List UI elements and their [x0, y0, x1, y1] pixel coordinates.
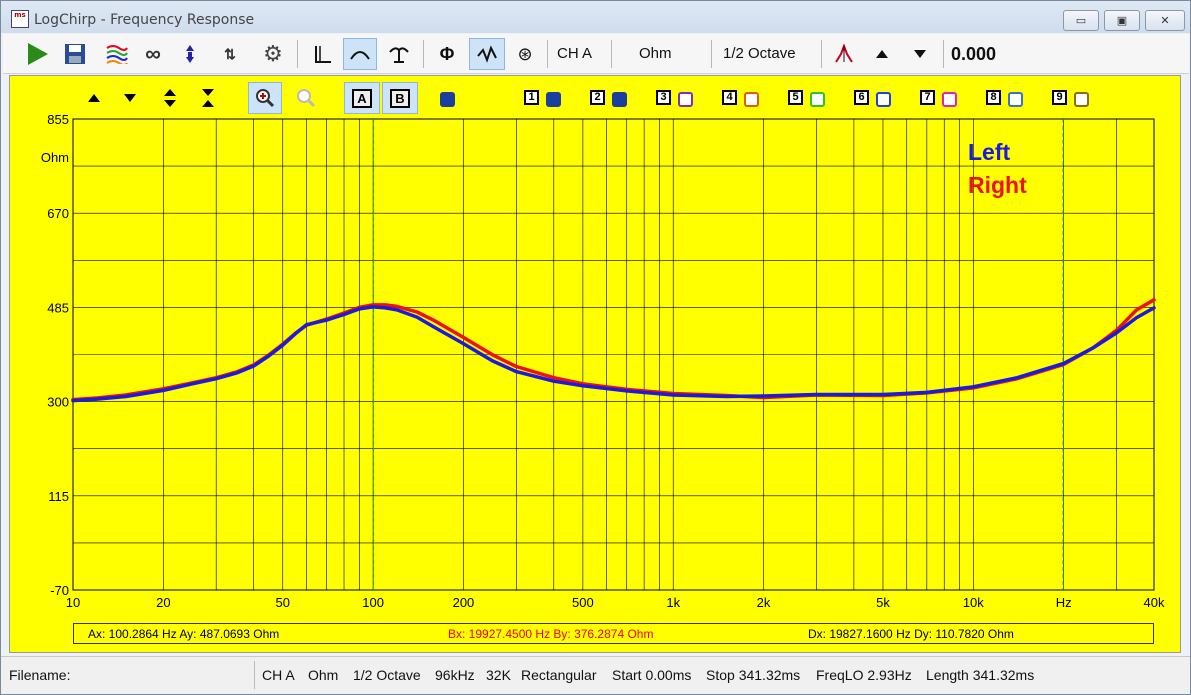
cursor-a-readout: Ax: 100.2864 Hz Ay: 487.0693 Ohm: [88, 627, 280, 641]
peak-icon[interactable]: [829, 38, 859, 70]
y-tick-label: 115: [48, 489, 69, 504]
speaker-icon[interactable]: ⊛: [509, 38, 541, 70]
status-unit: Ohm: [308, 667, 339, 683]
cursor-b-readout: Bx: 19927.4500 Hz By: 376.2874 Ohm: [448, 627, 654, 641]
x-tick-label: 50: [276, 595, 290, 610]
legend-left: Left: [968, 139, 1011, 165]
value-display: 0.000: [951, 44, 997, 64]
x-tick-label: 2k: [757, 595, 771, 610]
phase-icon[interactable]: Φ: [431, 38, 463, 70]
infinity-icon[interactable]: ∞: [137, 38, 169, 70]
ir-icon[interactable]: [307, 38, 339, 70]
app-icon: ms: [11, 10, 29, 28]
window-title: LogChirp - Frequency Response: [34, 12, 255, 28]
x-tick-label: 200: [453, 595, 475, 610]
maximize-button[interactable]: ▣: [1104, 10, 1140, 31]
legend-right: Right: [968, 172, 1027, 198]
plot-area[interactable]: A B 123456789 855 670 485 300 115 -70 Ohm 10 20 5…: [9, 75, 1181, 653]
gear-icon[interactable]: ⚙: [257, 38, 289, 70]
chart: 855670485300115-70Ohm10 20 50 100 200 500 1k 2k…: [41, 112, 1165, 610]
status-channel: CH A: [262, 667, 295, 683]
status-size: 32K: [486, 667, 511, 683]
x-tick-label: 10: [66, 595, 80, 610]
sweep-icon[interactable]: ⇅: [217, 38, 243, 70]
close-button[interactable]: ✕: [1145, 10, 1185, 31]
x-tick-label: 10k: [963, 595, 984, 610]
x-tick-label: Hz: [1056, 595, 1072, 610]
arrow-down-icon[interactable]: [905, 38, 935, 70]
x-tick-label: 20: [156, 595, 170, 610]
status-stop: Stop 341.32ms: [706, 667, 801, 683]
y-unit-label: Ohm: [41, 150, 69, 165]
y-tick-label: 485: [47, 300, 69, 315]
group-delay-icon[interactable]: [469, 38, 505, 70]
toolbar: ∞ ⇅ ⚙ Φ ⊛ CH A Ohm 1/2 Octave 0.000: [3, 34, 1189, 74]
status-rate: 96kHz: [435, 667, 475, 683]
x-tick-label: 5k: [876, 595, 890, 610]
filename-label: Filename:: [9, 667, 71, 683]
y-tick-label: 300: [47, 395, 69, 410]
x-tick-label: 100: [362, 595, 384, 610]
y-tick-label: 855: [47, 112, 69, 127]
step-icon[interactable]: [383, 38, 415, 70]
y-tick-label: 670: [47, 206, 69, 221]
arrow-up-icon[interactable]: [867, 38, 897, 70]
x-tick-label: 40k: [1144, 595, 1165, 610]
status-freqlo: FreqLO 2.93Hz: [816, 667, 912, 683]
marker-icon[interactable]: [177, 38, 203, 70]
fr-icon[interactable]: [343, 38, 377, 70]
channel-button[interactable]: CH A: [557, 38, 603, 70]
status-start: Start 0.00ms: [612, 667, 692, 683]
save-icon[interactable]: [59, 38, 91, 70]
title-bar: ms LogChirp - Frequency Response ▭ ▣ ✕: [1, 1, 1190, 33]
minimize-button[interactable]: ▭: [1063, 10, 1099, 31]
status-window-function: Rectangular: [521, 667, 597, 683]
unit-button[interactable]: Ohm: [639, 38, 699, 70]
cursor-readout: Ax: 100.2864 Hz Ay: 487.0693 Ohm Bx: 199…: [73, 623, 1154, 644]
status-smoothing: 1/2 Octave: [353, 667, 421, 683]
x-tick-label: 1k: [666, 595, 680, 610]
app-window: ms LogChirp - Frequency Response ▭ ▣ ✕ ∞…: [0, 0, 1191, 695]
status-bar: Filename: CH A Ohm 1/2 Octave 96kHz 32K …: [1, 656, 1190, 694]
cursor-delta-readout: Dx: 19827.1600 Hz Dy: 110.7820 Ohm: [808, 627, 1014, 641]
overlay-icon[interactable]: [101, 38, 133, 70]
play-icon[interactable]: [21, 38, 53, 70]
status-length: Length 341.32ms: [926, 667, 1035, 683]
x-tick-label: 500: [572, 595, 594, 610]
smoothing-button[interactable]: 1/2 Octave: [723, 38, 813, 70]
